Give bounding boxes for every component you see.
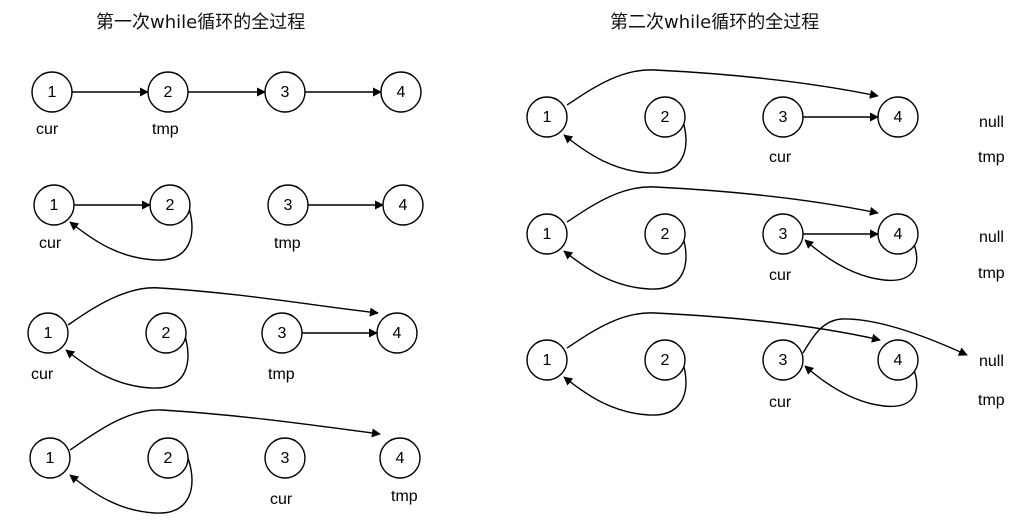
svg-text:4: 4: [393, 325, 402, 342]
svg-text:4: 4: [397, 84, 406, 101]
right-step-2: 1 2 3 4 null cur tmp: [526, 186, 1005, 290]
node-2: 2: [644, 213, 686, 255]
node-4: 4: [877, 339, 919, 381]
right-step-1: 1 2 3 4 null cur tmp: [526, 69, 1005, 174]
node-3: 3: [762, 213, 804, 255]
node-4: 4: [877, 96, 919, 138]
svg-text:2: 2: [166, 197, 175, 214]
node-4: 4: [877, 213, 919, 255]
svg-text:2: 2: [164, 450, 173, 467]
svg-text:3: 3: [779, 352, 788, 369]
svg-text:4: 4: [894, 109, 903, 126]
svg-text:3: 3: [278, 325, 287, 342]
null-label: null: [979, 229, 1004, 246]
cur-label: cur: [769, 267, 792, 284]
node-3: 3: [264, 437, 306, 479]
node-2: 2: [145, 312, 187, 354]
right-step-3: 1 2 3 4 null cur tmp: [526, 312, 1005, 416]
node-2: 2: [149, 184, 191, 226]
tmp-label: tmp: [978, 149, 1005, 166]
cur-label: cur: [31, 366, 54, 383]
node-1: 1: [31, 71, 73, 113]
cur-label: cur: [769, 394, 792, 411]
svg-text:2: 2: [164, 84, 173, 101]
node-4: 4: [379, 437, 421, 479]
svg-text:2: 2: [162, 325, 171, 342]
tmp-label: tmp: [274, 235, 301, 252]
tmp-label: tmp: [391, 488, 418, 505]
node-1: 1: [526, 339, 568, 381]
node-1: 1: [29, 437, 71, 479]
svg-text:3: 3: [779, 109, 788, 126]
svg-text:2: 2: [661, 352, 670, 369]
svg-text:1: 1: [44, 325, 53, 342]
edge-1-4: [566, 69, 879, 106]
svg-text:1: 1: [46, 450, 55, 467]
left-step-3: 1 2 3 4 cur tmp: [27, 287, 418, 389]
svg-text:2: 2: [661, 226, 670, 243]
tmp-label: tmp: [268, 366, 295, 383]
svg-text:4: 4: [396, 450, 405, 467]
cur-label: cur: [36, 121, 59, 138]
null-label: null: [979, 353, 1004, 370]
svg-text:4: 4: [399, 197, 408, 214]
tmp-label: tmp: [978, 392, 1005, 409]
svg-text:3: 3: [284, 197, 293, 214]
node-1: 1: [526, 96, 568, 138]
null-label: null: [979, 114, 1004, 131]
node-2: 2: [147, 71, 189, 113]
svg-text:3: 3: [779, 226, 788, 243]
left-step-2: 1 2 3 4 cur tmp: [33, 184, 424, 261]
left-step-4: 1 2 3 4 cur tmp: [29, 409, 421, 514]
cur-label: cur: [769, 149, 792, 166]
svg-text:4: 4: [894, 352, 903, 369]
svg-text:4: 4: [894, 226, 903, 243]
edge-1-4: [67, 287, 379, 326]
node-1: 1: [526, 213, 568, 255]
edge-1-4: [566, 186, 879, 223]
node-3: 3: [762, 96, 804, 138]
node-3: 3: [267, 184, 309, 226]
svg-text:3: 3: [281, 450, 290, 467]
left-step-1: 1 2 3 4 cur tmp: [31, 71, 422, 138]
edge-1-4: [69, 409, 381, 451]
node-3: 3: [261, 312, 303, 354]
node-3: 3: [264, 71, 306, 113]
svg-text:2: 2: [661, 109, 670, 126]
cur-label: cur: [39, 235, 62, 252]
node-3: 3: [762, 339, 804, 381]
svg-text:1: 1: [543, 352, 552, 369]
node-2: 2: [644, 96, 686, 138]
node-4: 4: [380, 71, 422, 113]
node-1: 1: [27, 312, 69, 354]
node-2: 2: [147, 437, 189, 479]
node-4: 4: [382, 184, 424, 226]
edge-1-4: [566, 312, 881, 349]
svg-text:3: 3: [281, 84, 290, 101]
tmp-label: tmp: [978, 265, 1005, 282]
node-2: 2: [644, 339, 686, 381]
svg-text:1: 1: [543, 109, 552, 126]
svg-text:1: 1: [50, 197, 59, 214]
diagram-canvas: 第一次while循环的全过程 第二次while循环的全过程 1 2 3 4 cu…: [0, 0, 1031, 530]
svg-text:1: 1: [543, 226, 552, 243]
node-4: 4: [376, 312, 418, 354]
cur-label: cur: [270, 491, 293, 508]
tmp-label: tmp: [152, 121, 179, 138]
node-1: 1: [33, 184, 75, 226]
svg-text:1: 1: [48, 84, 57, 101]
diagram-svg: 1 2 3 4 cur tmp 1 2 3 4 cur tmp 1 2 3 4 …: [27, 69, 1005, 514]
